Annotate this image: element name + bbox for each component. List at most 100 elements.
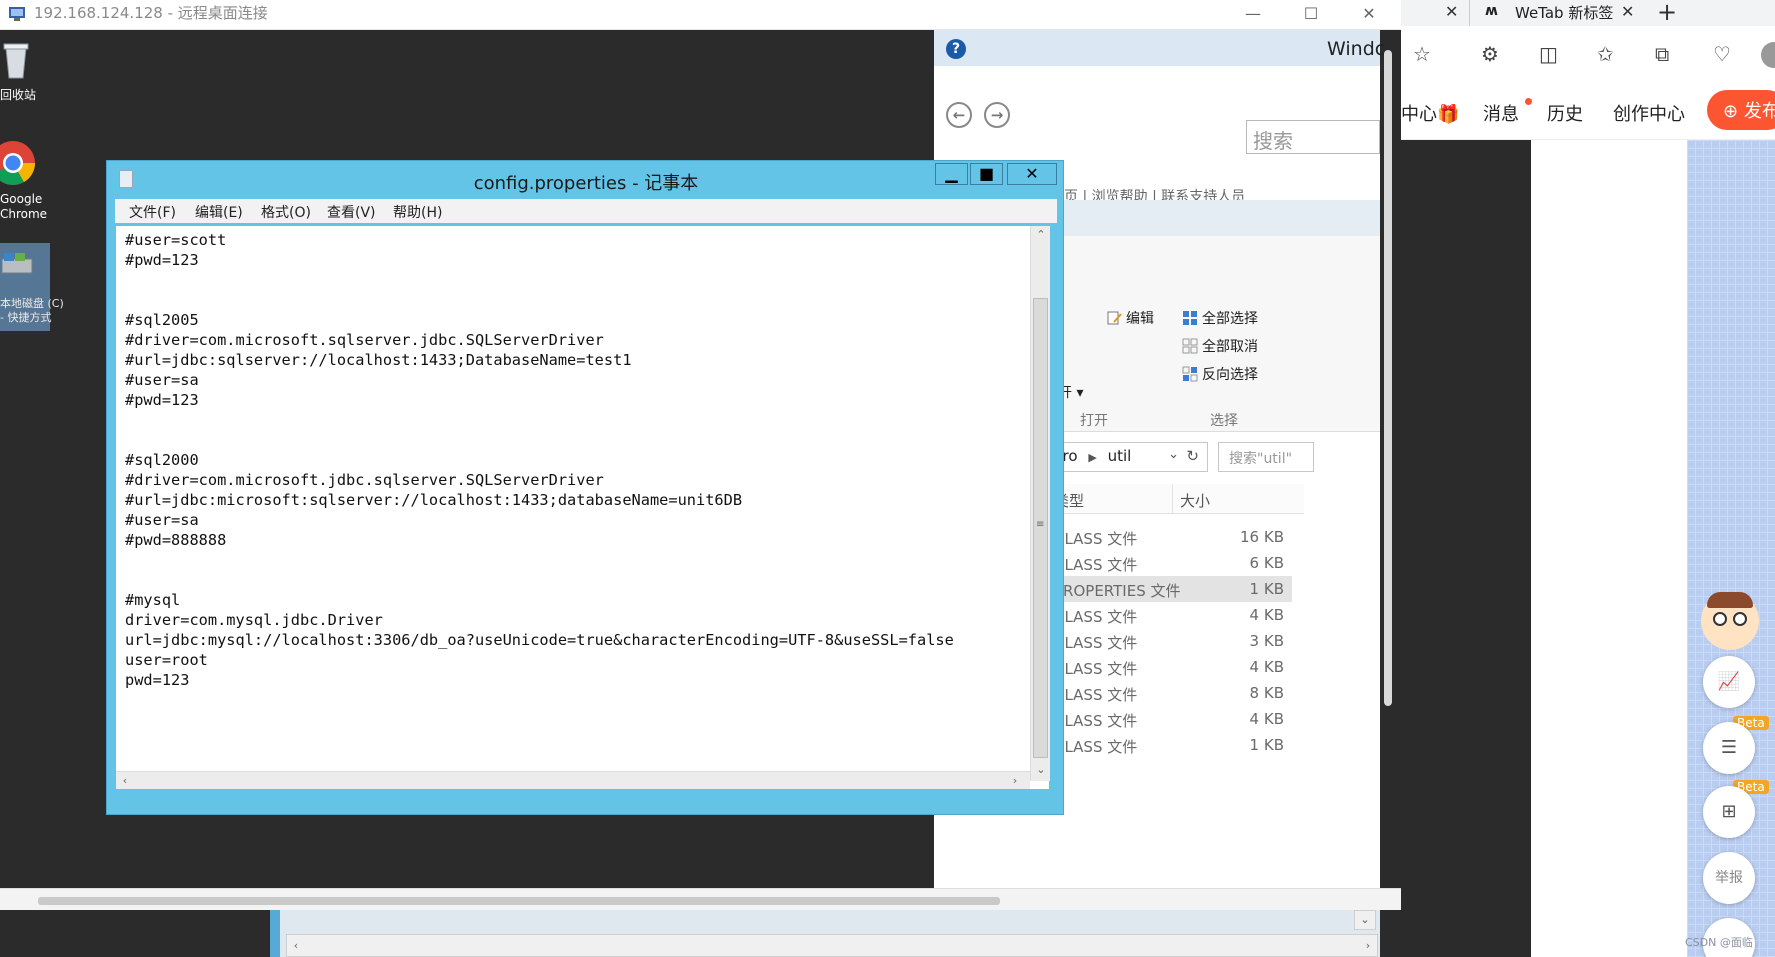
explorer-window-title: Windc (1327, 38, 1386, 60)
file-row[interactable]: CLASS 文件 8 KB (1044, 680, 1292, 706)
tab-close-icon[interactable]: ✕ (1621, 2, 1634, 21)
ribbon-select-none[interactable]: 全部取消 (1182, 336, 1258, 356)
file-row-selected[interactable]: PROPERTIES 文件 1 KB (1044, 576, 1292, 602)
gift-icon: 🎁 (1437, 104, 1460, 125)
ribbon-invert-selection[interactable]: 反向选择 (1182, 364, 1258, 384)
file-type: CLASS 文件 (1054, 556, 1138, 574)
remote-desktop-icon (9, 7, 25, 21)
rdp-horizontal-scrollbar[interactable] (38, 897, 1000, 905)
trend-icon[interactable]: 📈 (1703, 656, 1755, 708)
file-row[interactable]: CLASS 文件 4 KB (1044, 706, 1292, 732)
notepad-close-button[interactable]: ✕ (1007, 163, 1057, 185)
explorer-vertical-scrollbar[interactable] (1384, 50, 1392, 706)
help-icon[interactable]: ? (946, 39, 966, 59)
publish-button[interactable]: ⊕ 发布 (1707, 90, 1775, 130)
scroll-down-icon[interactable]: ⌄ (1354, 910, 1376, 930)
file-row[interactable]: CLASS 文件 6 KB (1044, 550, 1292, 576)
split-screen-icon[interactable]: ◫ (1539, 42, 1558, 66)
file-row[interactable]: CLASS 文件 1 KB (1044, 732, 1292, 758)
scroll-up-icon[interactable]: ⌃ (1032, 226, 1050, 244)
address-segment-util[interactable]: util (1108, 447, 1132, 465)
notepad-text-area[interactable]: #user=scott #pwd=123 #sql2005 #driver=co… (115, 225, 1050, 790)
file-size: 4 KB (1249, 658, 1284, 676)
column-size[interactable]: 大小 (1180, 490, 1210, 511)
page-dark-area (1401, 140, 1531, 957)
ribbon-invert-selection-label: 反向选择 (1202, 367, 1258, 383)
scroll-left-icon[interactable]: ‹ (116, 772, 134, 790)
new-tab-button[interactable]: + (1657, 0, 1677, 26)
back-icon[interactable]: ← (946, 102, 972, 128)
file-size: 4 KB (1249, 710, 1284, 728)
tab-title[interactable]: WeTab 新标签 (1515, 2, 1613, 23)
refresh-icon[interactable]: ↻ (1186, 447, 1199, 465)
explorer-header-bar: ? Windc (934, 30, 1385, 66)
desktop-icon-label-line2: Chrome (0, 207, 48, 221)
notes-icon[interactable]: ☰ (1703, 722, 1755, 774)
nav-messages[interactable]: 消息 (1483, 100, 1519, 126)
nav-creator-center[interactable]: 创作中心 (1613, 100, 1685, 126)
notepad-maximize-button[interactable]: ■ (970, 163, 1003, 185)
ribbon-group-open-label: 打开 (1080, 413, 1108, 429)
rdp-title-bar[interactable]: 192.168.124.128 - 远程桌面连接 — ☐ ✕ (0, 0, 1401, 30)
ribbon-select-none-label: 全部取消 (1202, 339, 1258, 355)
explorer-search-box[interactable]: 搜索 (1246, 120, 1380, 154)
scroll-left-icon[interactable]: ‹ (287, 937, 305, 955)
report-button[interactable]: 举报 (1703, 852, 1755, 904)
browser-toolbar: ☆ ⚙ ◫ ✩ ⧉ ♡ (1401, 26, 1775, 86)
tab-close-icon[interactable]: ✕ (1445, 2, 1458, 21)
desktop-icon-drive-c[interactable]: 本地磁盘 (C) - 快捷方式 (0, 243, 64, 331)
desktop-icon-chrome[interactable]: Google Chrome (0, 140, 50, 230)
notepad-minimize-button[interactable]: ▁ (935, 163, 968, 185)
file-type: CLASS 文件 (1054, 738, 1138, 756)
scroll-right-icon[interactable]: › (1359, 937, 1377, 955)
notepad-content[interactable]: #user=scott #pwd=123 #sql2005 #driver=co… (125, 230, 954, 690)
desktop-icon-recycle-bin[interactable]: 回收站 (0, 36, 50, 106)
mascot-avatar[interactable] (1701, 592, 1759, 650)
file-row[interactable]: CLASS 文件 4 KB (1044, 602, 1292, 628)
favorite-star-icon[interactable]: ☆ (1413, 42, 1431, 66)
file-size: 16 KB (1240, 528, 1284, 546)
notepad-title-bar[interactable]: config.properties - 记事本 ▁ ■ ✕ (107, 161, 1065, 197)
collections-icon[interactable]: ⧉ (1655, 42, 1669, 66)
file-row[interactable]: CLASS 文件 16 KB (1044, 524, 1292, 550)
notepad-vertical-scrollbar[interactable]: ⌃ ≡ ⌄ (1030, 226, 1050, 781)
mascot-hair (1707, 592, 1753, 608)
notepad-menu-bar: 文件(F) 编辑(E) 格式(O) 查看(V) 帮助(H) (115, 199, 1057, 223)
inner-horizontal-scrollbar[interactable]: ‹ › (286, 934, 1378, 957)
column-divider (1172, 484, 1173, 514)
address-bar[interactable]: pro ▶ util ⌄ ↻ (1044, 442, 1208, 472)
menu-edit[interactable]: 编辑(E) (195, 202, 243, 222)
heart-rate-icon[interactable]: ♡ (1713, 42, 1731, 66)
forward-icon[interactable]: → (984, 102, 1010, 128)
file-type: CLASS 文件 (1054, 686, 1138, 704)
close-button[interactable]: ✕ (1340, 0, 1398, 30)
favorites-icon[interactable]: ✩ (1597, 42, 1614, 66)
file-row[interactable]: CLASS 文件 4 KB (1044, 654, 1292, 680)
maximize-button[interactable]: ☐ (1282, 0, 1340, 30)
menu-file[interactable]: 文件(F) (129, 202, 176, 222)
ribbon-select-all[interactable]: 全部选择 (1182, 308, 1258, 328)
notepad-horizontal-scrollbar[interactable]: ‹ › (116, 771, 1030, 789)
layout-icon[interactable]: ⊞ (1703, 786, 1755, 838)
wetab-icon: ʍ (1485, 3, 1498, 19)
scroll-right-icon[interactable]: › (1006, 772, 1024, 790)
ribbon-group-select-label: 选择 (1210, 413, 1238, 429)
scroll-down-icon[interactable]: ⌄ (1032, 761, 1050, 779)
drive-icon (1, 253, 33, 274)
ribbon-select-all-label: 全部选择 (1202, 311, 1258, 327)
avatar[interactable] (1761, 42, 1775, 68)
menu-view[interactable]: 查看(V) (327, 202, 376, 222)
select-none-icon (1182, 338, 1198, 354)
folder-search-box[interactable]: 搜索"util" (1218, 442, 1314, 472)
address-dropdown-icon[interactable]: ⌄ (1168, 447, 1179, 462)
extensions-icon[interactable]: ⚙ (1481, 42, 1499, 66)
nav-center[interactable]: 中心🎁 (1401, 100, 1459, 126)
menu-help[interactable]: 帮助(H) (393, 202, 442, 222)
nav-history[interactable]: 历史 (1547, 100, 1583, 126)
notepad-scroll-thumb[interactable]: ≡ (1033, 298, 1048, 758)
minimize-button[interactable]: — (1224, 0, 1282, 30)
ribbon-edit-button[interactable]: 编辑 (1106, 308, 1154, 328)
desktop-icon-label-line1: Google (0, 192, 43, 206)
menu-format[interactable]: 格式(O) (261, 202, 311, 222)
file-row[interactable]: CLASS 文件 3 KB (1044, 628, 1292, 654)
